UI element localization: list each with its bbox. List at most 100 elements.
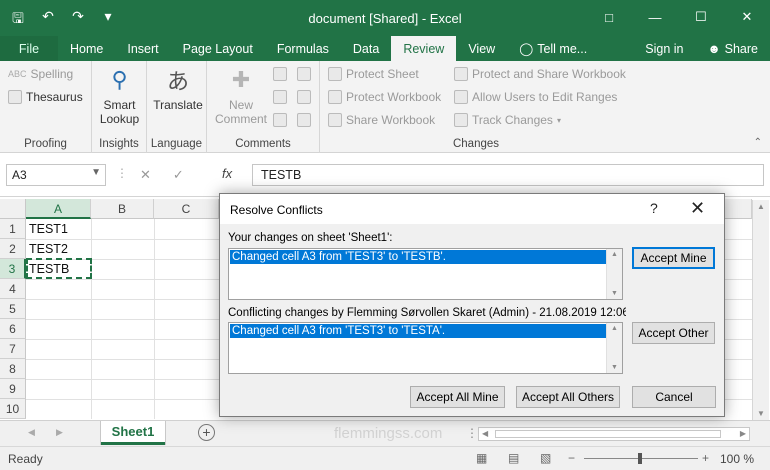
column-header-b[interactable]: B xyxy=(91,199,154,219)
minimize-icon[interactable]: — xyxy=(632,0,678,34)
share-button[interactable]: ☻ Share xyxy=(695,36,770,61)
list-scrollbar[interactable]: ▲ ▼ xyxy=(606,323,622,373)
zoom-level[interactable]: 100 % xyxy=(720,452,754,466)
conflicting-changes-list[interactable]: Changed cell A3 from 'TEST3' to 'TESTA'.… xyxy=(228,322,623,374)
help-icon[interactable]: ? xyxy=(650,200,658,216)
scroll-down-icon[interactable]: ▼ xyxy=(611,364,618,371)
name-box-value: A3 xyxy=(12,168,27,182)
spelling-button[interactable]: ABC Spelling xyxy=(8,67,73,81)
show-all-comments-icon[interactable] xyxy=(297,90,311,104)
show-hide-comment-icon[interactable] xyxy=(297,67,311,81)
scroll-left-icon[interactable]: ◀ xyxy=(482,429,488,438)
column-header-a[interactable]: A xyxy=(26,199,91,219)
row-header-1[interactable]: 1 xyxy=(0,219,26,239)
row-header-3[interactable]: 3 xyxy=(0,259,26,279)
scroll-up-icon[interactable]: ▲ xyxy=(611,325,618,332)
row-header-9[interactable]: 9 xyxy=(0,379,26,399)
drag-handle-icon[interactable]: ⋮ xyxy=(116,166,128,180)
enter-icon[interactable]: ✓ xyxy=(173,167,184,183)
scroll-up-icon[interactable]: ▲ xyxy=(611,251,618,258)
zoom-out-icon[interactable]: − xyxy=(568,451,575,465)
zoom-in-icon[interactable]: + xyxy=(702,451,709,465)
select-all-corner[interactable] xyxy=(0,199,26,219)
row-header-7[interactable]: 7 xyxy=(0,339,26,359)
list-scrollbar[interactable]: ▲ ▼ xyxy=(606,249,622,299)
accept-all-others-button[interactable]: Accept All Others xyxy=(516,386,620,408)
column-header-c[interactable]: C xyxy=(154,199,219,219)
add-sheet-icon[interactable]: + xyxy=(198,424,215,441)
translate-button[interactable]: あ Translate xyxy=(151,65,205,112)
tab-split-handle-icon[interactable]: ⋮ xyxy=(466,426,478,440)
cancel-icon[interactable]: ✕ xyxy=(140,167,151,183)
collapse-ribbon-icon[interactable]: ⌃ xyxy=(754,137,762,148)
show-ink-icon[interactable] xyxy=(297,113,311,127)
next-sheet-icon[interactable]: ▶ xyxy=(56,427,63,438)
maximize-icon[interactable]: ☐ xyxy=(678,0,724,34)
next-comment-icon[interactable] xyxy=(273,113,287,127)
close-icon[interactable]: ✕ xyxy=(724,0,770,34)
share-workbook-button[interactable]: Share Workbook xyxy=(328,113,435,127)
vertical-scrollbar[interactable]: ▲ ▼ xyxy=(752,200,769,420)
group-label: Proofing xyxy=(24,138,67,150)
smart-lookup-button[interactable]: ⚲ Smart Lookup xyxy=(97,65,142,126)
sign-in-link[interactable]: Sign in xyxy=(633,36,695,61)
page-layout-view-icon[interactable]: ▤ xyxy=(508,451,519,465)
insert-function-button[interactable]: fx xyxy=(222,166,232,181)
new-comment-button[interactable]: ✚ New Comment xyxy=(211,65,271,126)
share-workbook-label: Share Workbook xyxy=(346,113,436,127)
page-break-view-icon[interactable]: ▧ xyxy=(540,451,551,465)
protect-share-workbook-button[interactable]: Protect and Share Workbook xyxy=(454,67,626,81)
allow-users-edit-ranges-button[interactable]: Allow Users to Edit Ranges xyxy=(454,90,617,104)
row-header-5[interactable]: 5 xyxy=(0,299,26,319)
protect-workbook-button[interactable]: Protect Workbook xyxy=(328,90,441,104)
tab-home[interactable]: Home xyxy=(58,36,115,61)
tab-view[interactable]: View xyxy=(456,36,507,61)
group-label: Language xyxy=(150,138,203,150)
conflict-label: Conflicting changes by Flemming Sørvolle… xyxy=(228,307,626,319)
cell-a2[interactable]: TEST2 xyxy=(29,239,68,259)
thesaurus-button[interactable]: Thesaurus xyxy=(8,90,83,104)
your-change-item[interactable]: Changed cell A3 from 'TEST3' to 'TESTB'. xyxy=(230,250,606,264)
normal-view-icon[interactable]: ▦ xyxy=(476,451,487,465)
tab-data[interactable]: Data xyxy=(341,36,391,61)
tab-page-layout[interactable]: Page Layout xyxy=(171,36,265,61)
row-header-10[interactable]: 10 xyxy=(0,399,26,419)
accept-mine-button[interactable]: Accept Mine xyxy=(632,247,715,269)
sheet-tab-sheet1[interactable]: Sheet1 xyxy=(101,421,165,445)
prev-sheet-icon[interactable]: ◀ xyxy=(28,427,35,438)
cancel-button[interactable]: Cancel xyxy=(632,386,716,408)
accept-all-mine-button[interactable]: Accept All Mine xyxy=(410,386,505,408)
scroll-thumb[interactable] xyxy=(495,430,721,438)
scroll-down-icon[interactable]: ▼ xyxy=(611,290,618,297)
row-header-6[interactable]: 6 xyxy=(0,319,26,339)
chevron-down-icon[interactable]: ▼ xyxy=(91,167,101,178)
previous-comment-icon[interactable] xyxy=(273,90,287,104)
tab-file[interactable]: File xyxy=(0,36,58,61)
smart-lookup-label-1: Smart xyxy=(103,98,136,112)
row-header-2[interactable]: 2 xyxy=(0,239,26,259)
formula-input[interactable]: TESTB xyxy=(252,164,764,186)
tab-formulas[interactable]: Formulas xyxy=(265,36,341,61)
row-header-4[interactable]: 4 xyxy=(0,279,26,299)
zoom-slider-thumb[interactable] xyxy=(638,453,642,464)
conflict-item[interactable]: Changed cell A3 from 'TEST3' to 'TESTA'. xyxy=(230,324,606,338)
scroll-down-icon[interactable]: ▼ xyxy=(757,409,765,418)
tell-me-box[interactable]: ◯ Tell me... xyxy=(507,36,599,61)
scroll-up-icon[interactable]: ▲ xyxy=(757,202,765,211)
ribbon-display-icon[interactable]: □ xyxy=(586,0,632,34)
your-changes-list[interactable]: Changed cell A3 from 'TEST3' to 'TESTB'.… xyxy=(228,248,623,300)
accept-other-button[interactable]: Accept Other xyxy=(632,322,715,344)
tab-review[interactable]: Review xyxy=(391,36,457,61)
scroll-right-icon[interactable]: ▶ xyxy=(740,429,746,438)
person-icon: ☻ xyxy=(707,41,721,56)
group-label: Insights xyxy=(99,138,139,150)
close-icon[interactable]: ✕ xyxy=(690,198,705,219)
track-changes-button[interactable]: Track Changes ▾ xyxy=(454,113,561,127)
row-header-8[interactable]: 8 xyxy=(0,359,26,379)
delete-comment-icon[interactable] xyxy=(273,67,287,81)
cell-a1[interactable]: TEST1 xyxy=(29,219,68,239)
protect-sheet-button[interactable]: Protect Sheet xyxy=(328,67,419,81)
horizontal-scrollbar[interactable]: ◀ ▶ xyxy=(478,427,750,441)
tab-insert[interactable]: Insert xyxy=(115,36,170,61)
name-box[interactable]: A3 ▼ xyxy=(6,164,106,186)
